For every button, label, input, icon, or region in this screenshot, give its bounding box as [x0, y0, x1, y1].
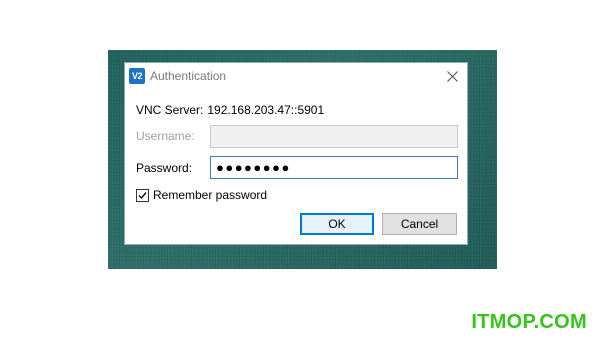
remember-password-label[interactable]: Remember password: [153, 188, 267, 202]
username-field[interactable]: [210, 125, 458, 148]
dialog-title: Authentication: [150, 69, 227, 83]
remember-password-checkbox[interactable]: [136, 188, 149, 202]
ok-button[interactable]: OK: [300, 213, 374, 235]
password-value: ●●●●●●●●: [216, 160, 291, 175]
remember-password-option[interactable]: Remember password: [136, 188, 267, 202]
password-label: Password:: [136, 161, 193, 175]
screenshot-canvas: V2 Authentication VNC Server: 192.168.203…: [0, 0, 594, 348]
server-info: VNC Server: 192.168.203.47::5901: [136, 103, 324, 117]
server-label: VNC Server:: [136, 103, 204, 117]
cancel-button[interactable]: Cancel: [382, 213, 457, 235]
site-watermark: ITMOP.COM: [471, 311, 587, 333]
dialog-titlebar[interactable]: V2 Authentication: [125, 63, 467, 89]
server-address: 192.168.203.47::5901: [207, 103, 325, 117]
checkmark-icon: [138, 191, 147, 199]
close-button[interactable]: [443, 67, 461, 85]
username-label: Username:: [136, 129, 195, 143]
vnc-viewer-icon: V2: [129, 68, 145, 84]
password-field[interactable]: ●●●●●●●●: [210, 156, 458, 179]
authentication-dialog: V2 Authentication VNC Server: 192.168.203…: [124, 62, 468, 245]
close-icon: [446, 70, 458, 82]
